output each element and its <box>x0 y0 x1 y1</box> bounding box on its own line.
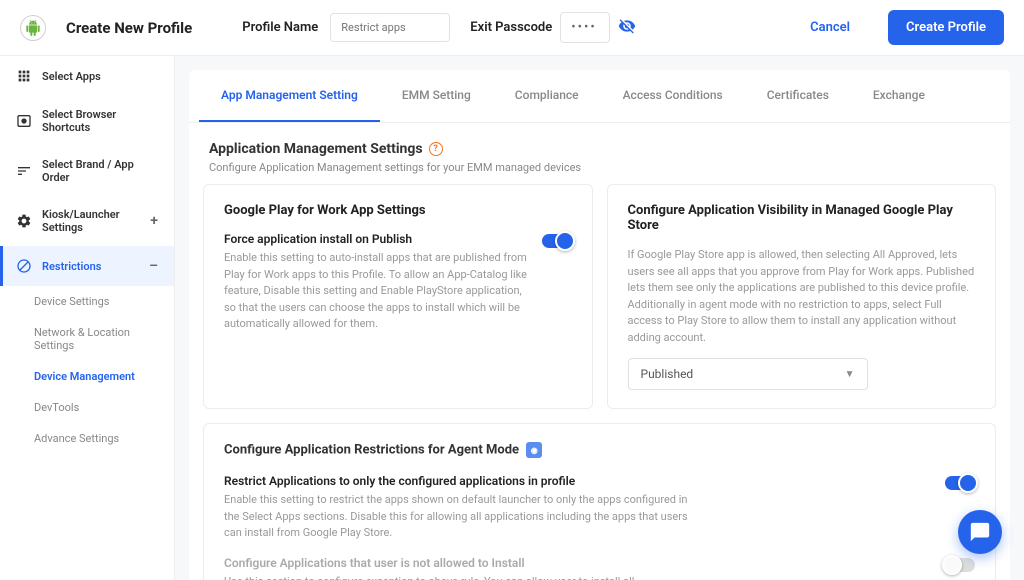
sidebar-item-label: Select Brand / App Order <box>42 158 158 184</box>
block-icon <box>16 258 32 274</box>
sidebar-sub-device-mgmt[interactable]: Device Management <box>0 361 174 392</box>
force-install-toggle[interactable] <box>542 234 572 248</box>
sidebar-item-select-apps[interactable]: Select Apps <box>0 56 174 96</box>
create-profile-button[interactable]: Create Profile <box>888 10 1004 45</box>
top-bar: Create New Profile Profile Name Exit Pas… <box>0 0 1024 56</box>
visibility-select[interactable]: Published ▼ <box>628 358 868 390</box>
profile-name-input[interactable] <box>330 13 450 42</box>
tab-access[interactable]: Access Conditions <box>601 70 745 122</box>
collapse-icon[interactable]: – <box>149 258 158 274</box>
settings-icon <box>16 213 32 229</box>
card-desc: If Google Play Store app is allowed, the… <box>628 247 976 346</box>
sidebar-sub-network[interactable]: Network & Location Settings <box>0 317 174 361</box>
exit-passcode-label: Exit Passcode <box>470 20 552 35</box>
section-subtitle: Configure Application Management setting… <box>209 161 990 174</box>
android-logo-icon <box>20 15 46 41</box>
profile-name-label: Profile Name <box>242 20 318 35</box>
disallowed-desc: Use this section to configure exception … <box>224 574 694 580</box>
chat-fab[interactable] <box>958 510 1002 554</box>
sidebar-item-restrictions[interactable]: Restrictions – <box>0 246 174 286</box>
card-visibility: Configure Application Visibility in Mana… <box>607 184 997 409</box>
profile-name-field: Profile Name <box>242 13 450 42</box>
expand-icon[interactable]: + <box>150 213 158 229</box>
disallowed-toggle[interactable] <box>945 558 975 572</box>
help-icon[interactable]: ? <box>429 142 443 156</box>
restrict-apps-title: Restrict Applications to only the config… <box>224 474 694 488</box>
chevron-down-icon: ▼ <box>845 369 855 380</box>
setting-title: Force application install on Publish <box>224 232 528 246</box>
tab-compliance[interactable]: Compliance <box>493 70 601 122</box>
section-header: Application Management Settings ? Config… <box>189 123 1010 184</box>
sidebar-item-brand-order[interactable]: Select Brand / App Order <box>0 146 174 196</box>
select-value: Published <box>641 367 694 381</box>
browser-icon <box>16 113 32 129</box>
sidebar-item-label: Kiosk/Launcher Settings <box>42 208 140 234</box>
sidebar-item-label: Select Apps <box>42 70 101 83</box>
setting-desc: Enable this setting to auto-install apps… <box>224 250 528 333</box>
card-title: Google Play for Work App Settings <box>224 203 572 218</box>
visibility-off-icon[interactable] <box>618 17 636 39</box>
tab-app-mgmt[interactable]: App Management Setting <box>199 70 380 122</box>
sidebar-item-kiosk[interactable]: Kiosk/Launcher Settings + <box>0 196 174 246</box>
sidebar-item-label: Restrictions <box>42 260 101 273</box>
card-title: Configure Application Restrictions for A… <box>224 442 519 457</box>
sidebar-sub-devtools[interactable]: DevTools <box>0 392 174 423</box>
tab-emm[interactable]: EMM Setting <box>380 70 493 122</box>
restrict-apps-toggle[interactable] <box>945 476 975 490</box>
sidebar-item-label: Select Browser Shortcuts <box>42 108 158 134</box>
panel: App Management Setting EMM Setting Compl… <box>189 70 1010 580</box>
card-play-for-work: Google Play for Work App Settings Force … <box>203 184 593 409</box>
card-agent-restrictions: Configure Application Restrictions for A… <box>203 423 996 580</box>
sidebar-sub-device-settings[interactable]: Device Settings <box>0 286 174 317</box>
apps-icon <box>16 68 32 84</box>
tab-bar: App Management Setting EMM Setting Compl… <box>189 70 1010 123</box>
exit-passcode-field: Exit Passcode •••• <box>470 12 636 43</box>
section-title: Application Management Settings <box>209 141 423 157</box>
sidebar: Select Apps Select Browser Shortcuts Sel… <box>0 56 175 580</box>
restrict-apps-desc: Enable this setting to restrict the apps… <box>224 492 694 542</box>
main-content: App Management Setting EMM Setting Compl… <box>175 56 1024 580</box>
cancel-button[interactable]: Cancel <box>810 20 850 35</box>
tab-exchange[interactable]: Exchange <box>851 70 947 122</box>
sidebar-item-browser-shortcuts[interactable]: Select Browser Shortcuts <box>0 96 174 146</box>
card-title: Configure Application Visibility in Mana… <box>628 203 976 233</box>
agent-icon <box>526 442 542 458</box>
sidebar-sub-advance[interactable]: Advance Settings <box>0 423 174 454</box>
exit-passcode-input[interactable]: •••• <box>560 12 610 43</box>
disallowed-title: Configure Applications that user is not … <box>224 556 694 570</box>
page-title: Create New Profile <box>66 19 192 37</box>
sort-icon <box>16 163 32 179</box>
tab-certs[interactable]: Certificates <box>745 70 851 122</box>
